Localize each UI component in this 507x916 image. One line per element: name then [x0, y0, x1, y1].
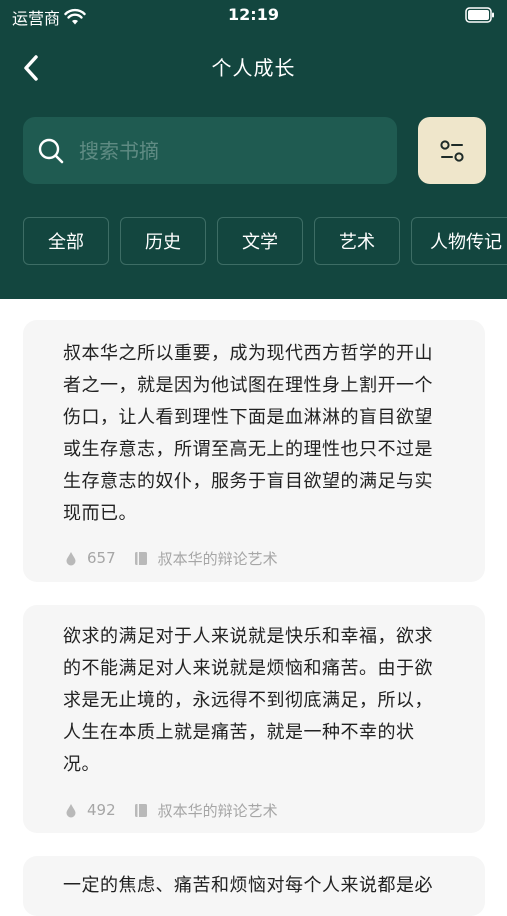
header: 运营商 12:19 个人成长 搜索书摘 全部 历史 文学 艺术 人物传记 [0, 0, 507, 299]
like-drop-icon [66, 803, 76, 817]
tab-literature[interactable]: 文学 [217, 217, 303, 265]
excerpt-text: 叔本华之所以重要，成为现代西方哲学的开山者之一，就是因为他试图在理性身上割开一个… [63, 343, 433, 524]
navigation-bar: 个人成长 [0, 40, 507, 94]
excerpt-meta: 657 叔本华的辩论艺术 [65, 548, 278, 568]
book-title[interactable]: 叔本华的辩论艺术 [158, 800, 278, 821]
excerpt-card[interactable]: 一定的焦虑、痛苦和烦恼对每个人来说都是必 [23, 856, 485, 916]
battery-icon [465, 7, 494, 23]
book-icon [134, 803, 147, 817]
search-icon [38, 138, 64, 164]
tab-biography[interactable]: 人物传记 [411, 217, 507, 265]
excerpt-card[interactable]: 叔本华之所以重要，成为现代西方哲学的开山者之一，就是因为他试图在理性身上割开一个… [23, 320, 485, 582]
tab-history[interactable]: 历史 [120, 217, 206, 265]
search-box[interactable] [23, 117, 397, 184]
excerpt-list: 叔本华之所以重要，成为现代西方哲学的开山者之一，就是因为他试图在理性身上割开一个… [0, 299, 507, 916]
book-title[interactable]: 叔本华的辩论艺术 [158, 548, 278, 569]
tab-all[interactable]: 全部 [23, 217, 109, 265]
excerpt-card[interactable]: 欲求的满足对于人来说就是快乐和幸福，欲求的不能满足对人来说就是烦恼和痛苦。由于欲… [23, 605, 485, 833]
excerpt-meta: 492 叔本华的辩论艺术 [65, 800, 278, 820]
status-time: 12:19 [228, 5, 279, 24]
like-count: 657 [87, 549, 116, 567]
book-icon [134, 551, 147, 565]
status-bar: 运营商 12:19 [0, 0, 507, 32]
like-count: 492 [87, 801, 116, 819]
like-drop-icon [66, 551, 76, 565]
excerpt-text: 欲求的满足对于人来说就是快乐和幸福，欲求的不能满足对人来说就是烦恼和痛苦。由于欲… [63, 626, 433, 775]
filter-button[interactable] [418, 117, 486, 184]
filter-settings-icon [440, 139, 464, 162]
excerpt-text: 一定的焦虑、痛苦和烦恼对每个人来说都是必 [63, 875, 433, 896]
page-title: 个人成长 [211, 56, 296, 80]
category-tabs: 全部 历史 文学 艺术 人物传记 [23, 217, 507, 265]
tab-art[interactable]: 艺术 [314, 217, 400, 265]
search-input[interactable] [79, 117, 379, 184]
